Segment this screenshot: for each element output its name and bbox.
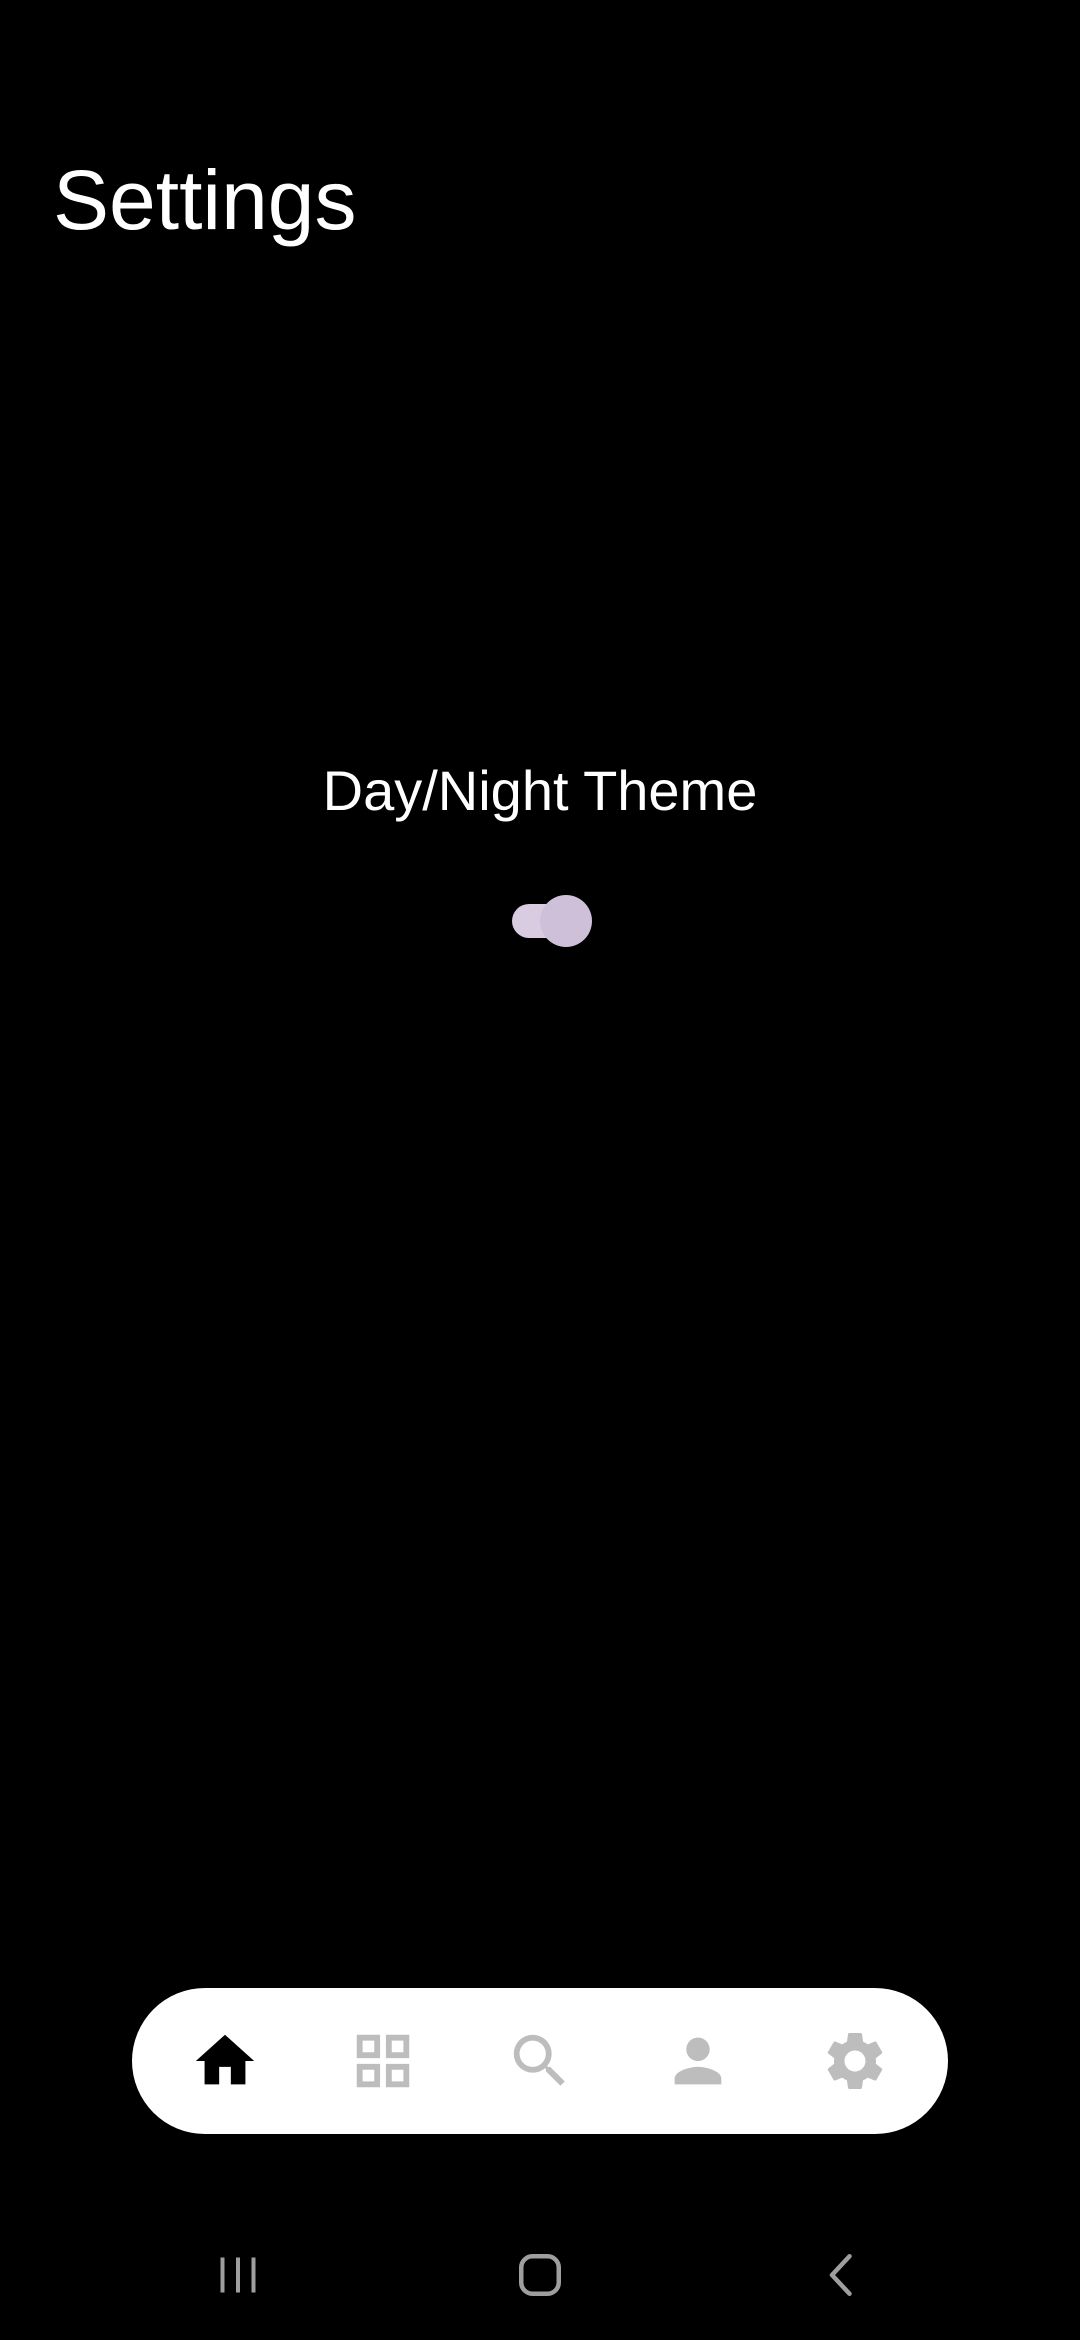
- nav-item-grid[interactable]: [338, 2016, 428, 2106]
- recents-icon: [220, 2257, 256, 2293]
- nav-item-search[interactable]: [495, 2016, 585, 2106]
- nav-item-profile[interactable]: [653, 2016, 743, 2106]
- page-title: Settings: [53, 153, 357, 247]
- back-chevron-icon: [829, 2254, 852, 2296]
- person-icon: [674, 2037, 721, 2085]
- home-outline-icon: [519, 2254, 561, 2296]
- grid-icon: [356, 2034, 409, 2088]
- bottom-navigation-bar: [132, 1988, 948, 2134]
- theme-label: Day/Night Theme: [322, 759, 758, 822]
- theme-setting: Day/Night Theme: [0, 755, 1080, 827]
- nav-item-home[interactable]: [180, 2016, 270, 2106]
- search-icon: [513, 2034, 565, 2086]
- system-navigation-bar: [0, 2230, 1080, 2320]
- nav-item-settings[interactable]: [810, 2016, 900, 2106]
- toggle-thumb: [540, 895, 592, 947]
- gear-icon: [827, 2033, 883, 2089]
- recents-button[interactable]: [193, 2230, 283, 2320]
- home-icon: [195, 2034, 255, 2085]
- back-button[interactable]: [797, 2230, 887, 2320]
- system-home-button[interactable]: [495, 2230, 585, 2320]
- theme-toggle-switch[interactable]: [510, 895, 594, 947]
